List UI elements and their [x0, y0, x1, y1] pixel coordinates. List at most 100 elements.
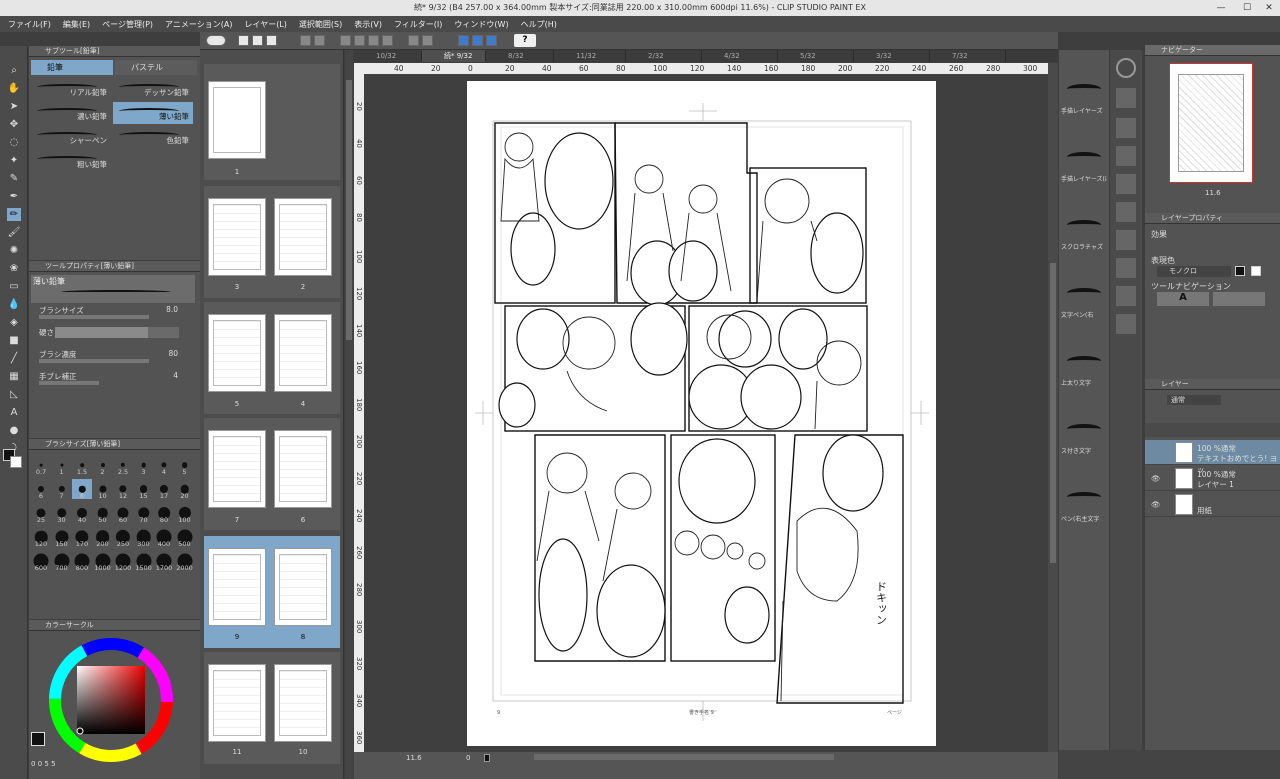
airbrush-icon[interactable]: ✺ [7, 244, 21, 257]
brush-size-option[interactable]: 500 [175, 527, 195, 548]
brush-size-option[interactable]: 250 [113, 527, 133, 548]
brush-size-option[interactable]: 70 [134, 503, 154, 524]
figure-tool-icon[interactable]: ╱ [7, 352, 21, 365]
page-thumb-4[interactable] [274, 314, 332, 392]
menu-help[interactable]: ヘルプ(H) [521, 19, 557, 30]
balloon-tool-icon[interactable]: ● [7, 424, 21, 437]
page-thumb-10[interactable] [274, 664, 332, 742]
brush-size-option[interactable]: 60 [113, 503, 133, 524]
menu-view[interactable]: 表示(V) [354, 19, 382, 30]
invert-icon[interactable] [422, 35, 433, 46]
menu-file[interactable]: ファイル(F) [8, 19, 51, 30]
gradient-icon[interactable]: ■ [7, 334, 21, 347]
tone-icon[interactable] [1116, 174, 1136, 194]
eye-icon[interactable]: 👁 [1151, 474, 1161, 483]
brush-light-pencil[interactable]: 薄い鉛筆 [113, 102, 193, 124]
tab-page-3[interactable]: 3/32 [854, 50, 930, 62]
image-icon[interactable] [1116, 202, 1136, 222]
brush-tool-icon[interactable]: 🖌 [7, 226, 21, 239]
page-thumb-11[interactable] [208, 664, 266, 742]
menu-edit[interactable]: 編集(E) [63, 19, 90, 30]
black-color-icon[interactable] [1235, 266, 1245, 276]
tab-pencil[interactable]: 鉛筆 [31, 60, 113, 75]
tab-page-5[interactable]: 5/32 [778, 50, 854, 62]
current-color-swatch[interactable] [31, 732, 45, 746]
material-item[interactable]: 手描レイヤーズ [1061, 62, 1107, 124]
reset-view-icon[interactable] [484, 754, 490, 762]
folder-icon[interactable] [1116, 118, 1136, 138]
brush-size-option[interactable]: 15 [134, 479, 154, 500]
brush-size-row[interactable]: ブラシサイズ 8.0 [39, 305, 194, 319]
page-thumb-2[interactable] [274, 198, 332, 276]
brush-size-option[interactable]: 1.5 [72, 455, 92, 476]
clip-studio-icon[interactable] [206, 35, 226, 46]
crop-icon[interactable] [408, 35, 419, 46]
page-thumb-3[interactable] [208, 198, 266, 276]
brush-size-option[interactable]: 600 [31, 551, 51, 572]
white-color-icon[interactable] [1251, 266, 1261, 276]
material-item[interactable]: 上太り文字 [1061, 334, 1107, 396]
framework-icon[interactable] [1116, 258, 1136, 278]
horizontal-scrollbar[interactable] [534, 754, 834, 760]
brush-size-option[interactable]: 8 [72, 479, 92, 500]
menu-layer[interactable]: レイヤー(L) [244, 19, 286, 30]
material-item[interactable]: 手描レイヤーズ(ぼ [1061, 130, 1107, 192]
brush-size-option[interactable]: 7 [52, 479, 72, 500]
material-item[interactable]: ス付き文字 [1061, 402, 1107, 464]
stabilization-row[interactable]: 手ブレ補正 4 [39, 371, 194, 385]
hardness-row[interactable]: 硬さ [39, 327, 194, 338]
tab-page-8[interactable]: 8/32 [486, 50, 554, 62]
save-icon[interactable] [266, 35, 277, 46]
brush-size-option[interactable]: 2000 [175, 551, 195, 572]
blend-tool-icon[interactable]: 💧 [7, 298, 21, 311]
tab-page-2[interactable]: 2/32 [626, 50, 702, 62]
page-thumb-7[interactable] [208, 430, 266, 508]
move-layer-icon[interactable]: ✥ [7, 118, 21, 131]
brush-size-option[interactable]: 10 [93, 479, 113, 500]
brush-size-option[interactable]: 1000 [93, 551, 113, 572]
minimize-button[interactable]: — [1208, 0, 1234, 16]
brush-size-option[interactable]: 6 [31, 479, 51, 500]
brush-size-option[interactable]: 12 [113, 479, 133, 500]
brush-size-option[interactable]: 40 [72, 503, 92, 524]
color-wheel[interactable] [45, 634, 177, 766]
fill-tool-icon[interactable]: ◈ [7, 316, 21, 329]
brush-size-option[interactable]: 4 [154, 455, 174, 476]
tab-page-4[interactable]: 4/32 [702, 50, 778, 62]
brush-color-pencil[interactable]: 色鉛筆 [113, 126, 193, 148]
snap-ruler-icon[interactable] [458, 35, 469, 46]
brush-size-option[interactable]: 30 [52, 503, 72, 524]
material-item[interactable]: スクロラチャズ [1061, 198, 1107, 260]
brush-size-option[interactable]: 800 [72, 551, 92, 572]
brush-size-option[interactable]: 17 [154, 479, 174, 500]
manga-page[interactable]: ドキッン 9 書き手名 9 ページ [467, 81, 936, 746]
brush-size-option[interactable]: 20 [175, 479, 195, 500]
search-icon[interactable] [1116, 58, 1136, 78]
page-manager-scrollbar[interactable] [345, 50, 353, 779]
operation-tool-icon[interactable]: ➤ [7, 100, 21, 113]
text-nav-icon[interactable]: A [1157, 292, 1209, 306]
auto-select-icon[interactable]: ✦ [7, 154, 21, 167]
snap-grid-icon[interactable] [486, 35, 497, 46]
brush-dark-pencil[interactable]: 濃い鉛筆 [31, 102, 111, 124]
brush-size-option[interactable]: 0.7 [31, 455, 51, 476]
tab-page-9[interactable]: 続* 9/32 [422, 50, 486, 62]
page-thumb-1[interactable] [208, 81, 266, 159]
pencil-tool-icon[interactable]: ✏ [7, 208, 21, 221]
brush-size-option[interactable]: 300 [134, 527, 154, 548]
layer-row-paper[interactable]: 👁 用紙 [1145, 492, 1280, 517]
brush-size-option[interactable]: 50 [93, 503, 113, 524]
page-thumb-5[interactable] [208, 314, 266, 392]
layer-row-text[interactable]: 100 %通常 テキストおめでとう! ヨッ [1145, 440, 1280, 474]
brush-size-option[interactable]: 80 [154, 503, 174, 524]
brush-size-option[interactable]: 400 [154, 527, 174, 548]
brush-size-option[interactable]: 1500 [134, 551, 154, 572]
navigator-zoom[interactable]: 11.6 [1205, 189, 1221, 197]
menu-animation[interactable]: アニメーション(A) [165, 19, 232, 30]
navigator-preview[interactable] [1169, 63, 1253, 183]
brush-sketch-pencil[interactable]: デッサン鉛筆 [113, 78, 193, 100]
eye-icon[interactable]: 👁 [1151, 500, 1161, 509]
material-item[interactable]: ペン(右主文字 [1061, 470, 1107, 532]
brush-size-option[interactable]: 100 [175, 503, 195, 524]
close-icon[interactable] [1116, 88, 1136, 108]
